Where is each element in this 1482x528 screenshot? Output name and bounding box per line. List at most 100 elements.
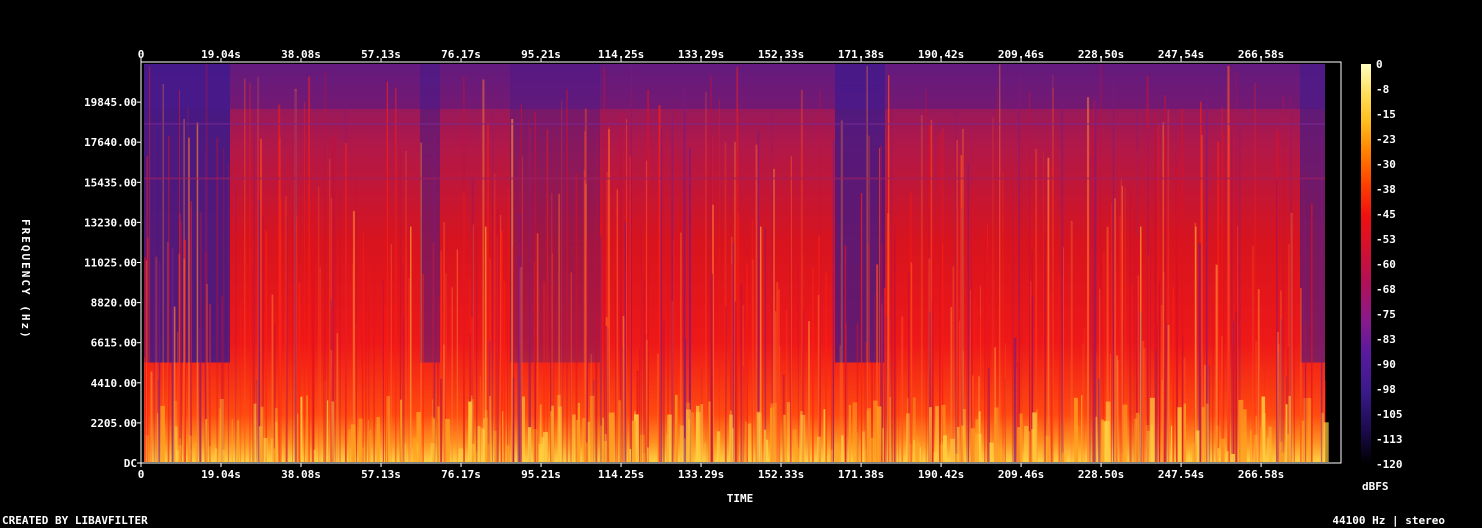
spectral-streak	[1223, 133, 1225, 463]
spectral-streak	[308, 76, 311, 462]
spectral-streak	[180, 221, 182, 462]
spectral-streak	[199, 328, 202, 462]
spectral-streak	[158, 262, 161, 462]
spectral-streak	[278, 104, 281, 462]
low-band-energy	[1100, 419, 1105, 462]
spectral-streak	[509, 264, 511, 462]
spectral-streak	[144, 257, 146, 462]
spectral-streak	[819, 89, 821, 463]
spectral-streak	[658, 105, 661, 463]
spectral-streak	[1047, 157, 1050, 463]
low-band-energy	[582, 417, 586, 462]
spectral-streak	[657, 353, 659, 462]
low-band-energy	[481, 453, 486, 462]
spectral-streak	[403, 317, 405, 462]
low-band-energy	[1081, 395, 1083, 462]
low-band-energy	[368, 419, 369, 462]
spectral-streak	[950, 307, 953, 462]
spectral-streak	[155, 256, 158, 462]
spectral-streak	[503, 281, 506, 462]
low-band-energy	[770, 407, 775, 462]
colorbar-tick-label: -23	[1376, 133, 1396, 146]
footer-right: 44100 Hz | stereo	[1332, 514, 1445, 527]
spectral-streak	[196, 122, 199, 462]
low-band-energy	[876, 406, 882, 462]
spectral-streak	[764, 227, 767, 462]
spectral-streak	[1221, 106, 1223, 462]
spectral-streak	[725, 306, 727, 462]
spectral-streak	[512, 246, 515, 462]
low-band-energy	[357, 432, 361, 462]
spectral-streak	[1114, 198, 1116, 463]
low-band-energy	[858, 448, 861, 462]
spectral-streak	[150, 371, 153, 462]
spectral-streak	[643, 278, 645, 462]
spectral-streak	[988, 320, 990, 462]
low-band-energy	[765, 439, 769, 462]
low-band-energy	[1003, 442, 1005, 462]
colorbar-tick-label: -113	[1376, 433, 1403, 446]
low-band-energy	[473, 451, 478, 462]
spectral-streak	[860, 193, 863, 462]
low-band-energy	[1238, 399, 1244, 462]
x-tick-bottom-label: 95.21s	[521, 468, 561, 481]
low-band-energy	[585, 442, 590, 462]
spectral-streak	[1111, 202, 1112, 462]
spectral-streak	[671, 300, 674, 462]
low-band-energy	[1105, 401, 1111, 462]
x-tick-top-label: 0	[138, 48, 145, 61]
low-band-energy	[1171, 425, 1173, 462]
x-tick-bottom-label: 0	[138, 468, 145, 481]
low-band-energy	[174, 426, 178, 462]
low-band-energy	[214, 448, 218, 462]
low-band-energy	[870, 437, 876, 462]
low-band-energy	[919, 447, 921, 462]
spectral-streak	[1276, 179, 1278, 463]
low-band-energy	[437, 406, 440, 462]
spectral-streak	[463, 191, 465, 462]
spectral-streak	[1166, 323, 1167, 462]
colorbar-tick-label: -30	[1376, 158, 1396, 171]
colorbar-ticks: 0 -8 -15 -23 -30 -38 -45 -53 -60 -68 -75 -83 -90 -98 -…	[1376, 58, 1403, 471]
low-band-energy	[841, 435, 844, 462]
spectral-streak	[1089, 297, 1091, 462]
spectral-streak	[146, 156, 148, 462]
spectral-streak	[1044, 234, 1046, 462]
transient-spike	[410, 226, 412, 462]
low-band-energy	[260, 406, 264, 462]
low-band-energy	[684, 438, 686, 462]
low-band-energy	[222, 449, 225, 462]
low-band-energy	[348, 429, 351, 462]
low-band-energy	[704, 442, 706, 462]
spectral-streak	[451, 287, 453, 462]
spectral-streak	[329, 158, 331, 463]
low-band-energy	[631, 420, 636, 462]
x-tick-bottom-label: 190.42s	[918, 468, 964, 481]
spectral-streak	[1099, 288, 1101, 462]
spectral-streak	[939, 133, 941, 462]
x-tick-top-label: 76.17s	[441, 48, 481, 61]
x-tick-top-label: 57.13s	[361, 48, 401, 61]
low-band-energy	[618, 400, 622, 462]
spectral-streak	[433, 137, 436, 462]
low-band-energy	[667, 414, 672, 462]
low-band-energy	[647, 447, 649, 462]
spectral-streak	[319, 267, 321, 462]
low-band-energy	[145, 435, 149, 462]
low-band-energy	[253, 403, 257, 462]
colorbar-tick-label: -38	[1376, 183, 1396, 196]
spectral-streak	[184, 275, 186, 462]
spectral-streak	[575, 173, 578, 462]
spectral-streak	[508, 188, 510, 463]
spectral-streak	[1311, 203, 1313, 462]
low-band-energy	[695, 412, 701, 462]
spectral-streak	[153, 122, 155, 463]
spectral-streak	[615, 280, 617, 462]
spectral-streak	[844, 245, 846, 462]
colorbar-tick-label: -60	[1376, 258, 1396, 271]
low-band-energy	[1206, 403, 1209, 462]
low-band-energy	[1146, 430, 1151, 462]
low-band-energy	[194, 442, 198, 462]
spectral-streak	[616, 189, 618, 462]
spectral-streak	[1293, 211, 1295, 462]
